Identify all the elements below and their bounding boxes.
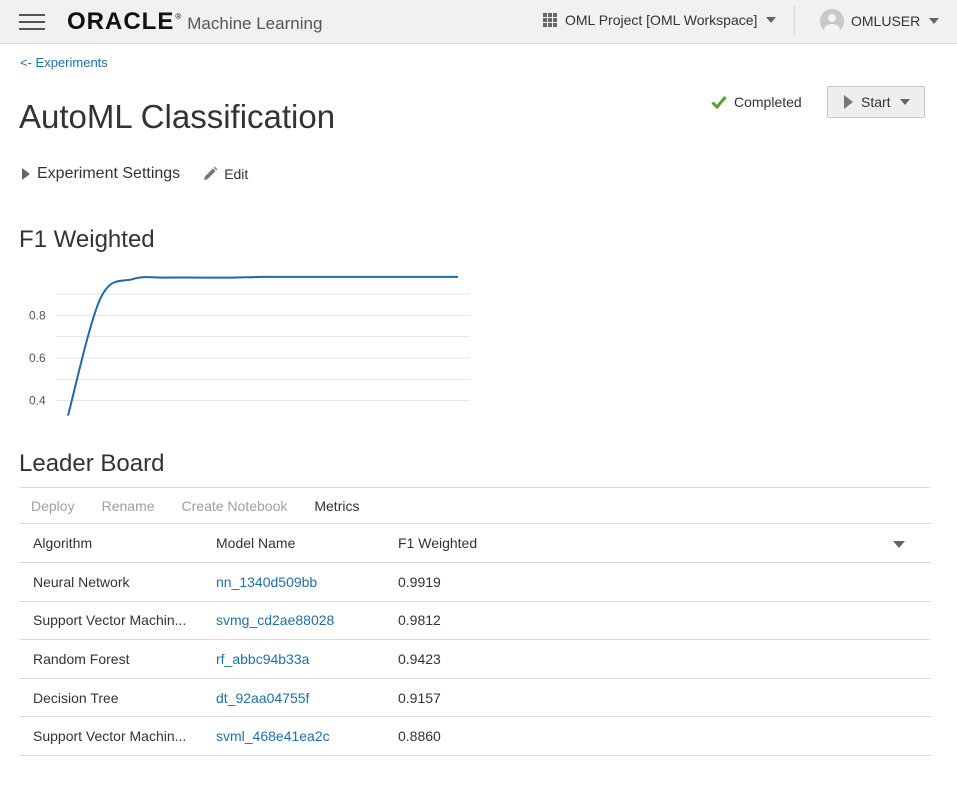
model-name-link[interactable]: svmg_cd2ae88028 [202, 601, 384, 641]
chevron-down-icon [899, 99, 910, 105]
create-notebook-button[interactable]: Create Notebook [182, 498, 288, 514]
f1-cell: 0.8860 [384, 716, 864, 757]
user-name: OMLUSER [851, 13, 921, 29]
empty-cell [864, 601, 931, 641]
top-bar: ORACLE ® Machine Learning OML Project [OM… [0, 0, 957, 44]
settings-row: Experiment Settings Edit [22, 165, 248, 183]
y-tick-label: 0.6 [29, 351, 46, 365]
leaderboard-title: Leader Board [19, 450, 165, 477]
empty-cell [864, 716, 931, 757]
y-tick-label: 0.8 [29, 308, 46, 322]
product-name: Machine Learning [187, 14, 323, 33]
column-menu-icon[interactable] [893, 541, 905, 549]
leaderboard-toolbar: Deploy Rename Create Notebook Metrics [19, 487, 931, 524]
table-row[interactable]: Support Vector Machin... svml_468e41ea2c… [19, 716, 931, 757]
start-button[interactable]: Start [827, 86, 925, 118]
metrics-button[interactable]: Metrics [314, 498, 359, 514]
f1-cell: 0.9157 [384, 678, 864, 718]
model-name-link[interactable]: dt_92aa04755f [202, 678, 384, 718]
table-row[interactable]: Decision Tree dt_92aa04755f 0.9157 [19, 678, 931, 718]
table-row[interactable]: Neural Network nn_1340d509bb 0.9919 [19, 562, 931, 602]
rename-button[interactable]: Rename [102, 498, 155, 514]
table-header-row: Algorithm Model Name F1 Weighted [19, 524, 931, 564]
column-header-model-name[interactable]: Model Name [202, 524, 384, 564]
model-name-link[interactable]: rf_abbc94b33a [202, 639, 384, 679]
leaderboard-table: Algorithm Model Name F1 Weighted Neural … [19, 524, 931, 757]
column-menu-cell [864, 524, 931, 564]
empty-cell [864, 639, 931, 679]
f1-cell: 0.9812 [384, 601, 864, 641]
play-icon [844, 95, 853, 109]
check-icon [711, 96, 727, 109]
algorithm-cell: Support Vector Machin... [19, 601, 202, 641]
y-tick-label: 0.4 [29, 394, 46, 408]
project-label: OML Project [OML Workspace] [565, 12, 758, 28]
algorithm-cell: Decision Tree [19, 678, 202, 718]
algorithm-cell: Support Vector Machin... [19, 716, 202, 757]
pencil-icon [204, 166, 218, 180]
edit-button[interactable]: Edit [202, 166, 248, 182]
status-indicator: Completed [711, 94, 802, 110]
f1-weighted-chart: 0.4 0.6 0.8 [0, 262, 490, 422]
algorithm-cell: Random Forest [19, 639, 202, 679]
table-row[interactable]: Support Vector Machin... svmg_cd2ae88028… [19, 601, 931, 641]
hamburger-icon[interactable] [19, 14, 45, 30]
divider [794, 6, 795, 36]
brand: ORACLE ® Machine Learning [67, 8, 322, 36]
avatar [820, 9, 844, 33]
chevron-down-icon [766, 17, 777, 23]
user-menu[interactable]: OMLUSER [820, 9, 940, 33]
algorithm-cell: Neural Network [19, 562, 202, 602]
empty-cell [864, 678, 931, 718]
table-row[interactable]: Random Forest rf_abbc94b33a 0.9423 [19, 639, 931, 679]
oracle-logo: ORACLE [67, 8, 175, 35]
start-label: Start [861, 94, 891, 110]
back-to-experiments-link[interactable]: <- Experiments [20, 55, 108, 70]
series-line [67, 275, 458, 416]
experiment-settings-toggle[interactable]: Experiment Settings [22, 165, 180, 183]
expand-triangle-icon [22, 168, 30, 180]
edit-label: Edit [224, 166, 249, 182]
logo-registered-mark: ® [175, 12, 182, 21]
chart-svg: 0.4 0.6 0.8 [29, 275, 470, 416]
page-title: AutoML Classification [19, 98, 336, 135]
column-header-f1-weighted[interactable]: F1 Weighted [384, 524, 864, 564]
project-selector[interactable]: OML Project [OML Workspace] [543, 12, 777, 28]
experiment-settings-label: Experiment Settings [37, 165, 181, 182]
model-name-link[interactable]: nn_1340d509bb [202, 562, 384, 602]
column-header-algorithm[interactable]: Algorithm [19, 524, 202, 564]
empty-cell [864, 562, 931, 602]
chart-title: F1 Weighted [19, 226, 155, 253]
f1-cell: 0.9919 [384, 562, 864, 602]
grid-icon [543, 13, 557, 27]
model-name-link[interactable]: svml_468e41ea2c [202, 716, 384, 757]
deploy-button[interactable]: Deploy [31, 498, 75, 514]
f1-cell: 0.9423 [384, 639, 864, 679]
chevron-down-icon [929, 18, 940, 24]
status-text: Completed [734, 94, 802, 110]
